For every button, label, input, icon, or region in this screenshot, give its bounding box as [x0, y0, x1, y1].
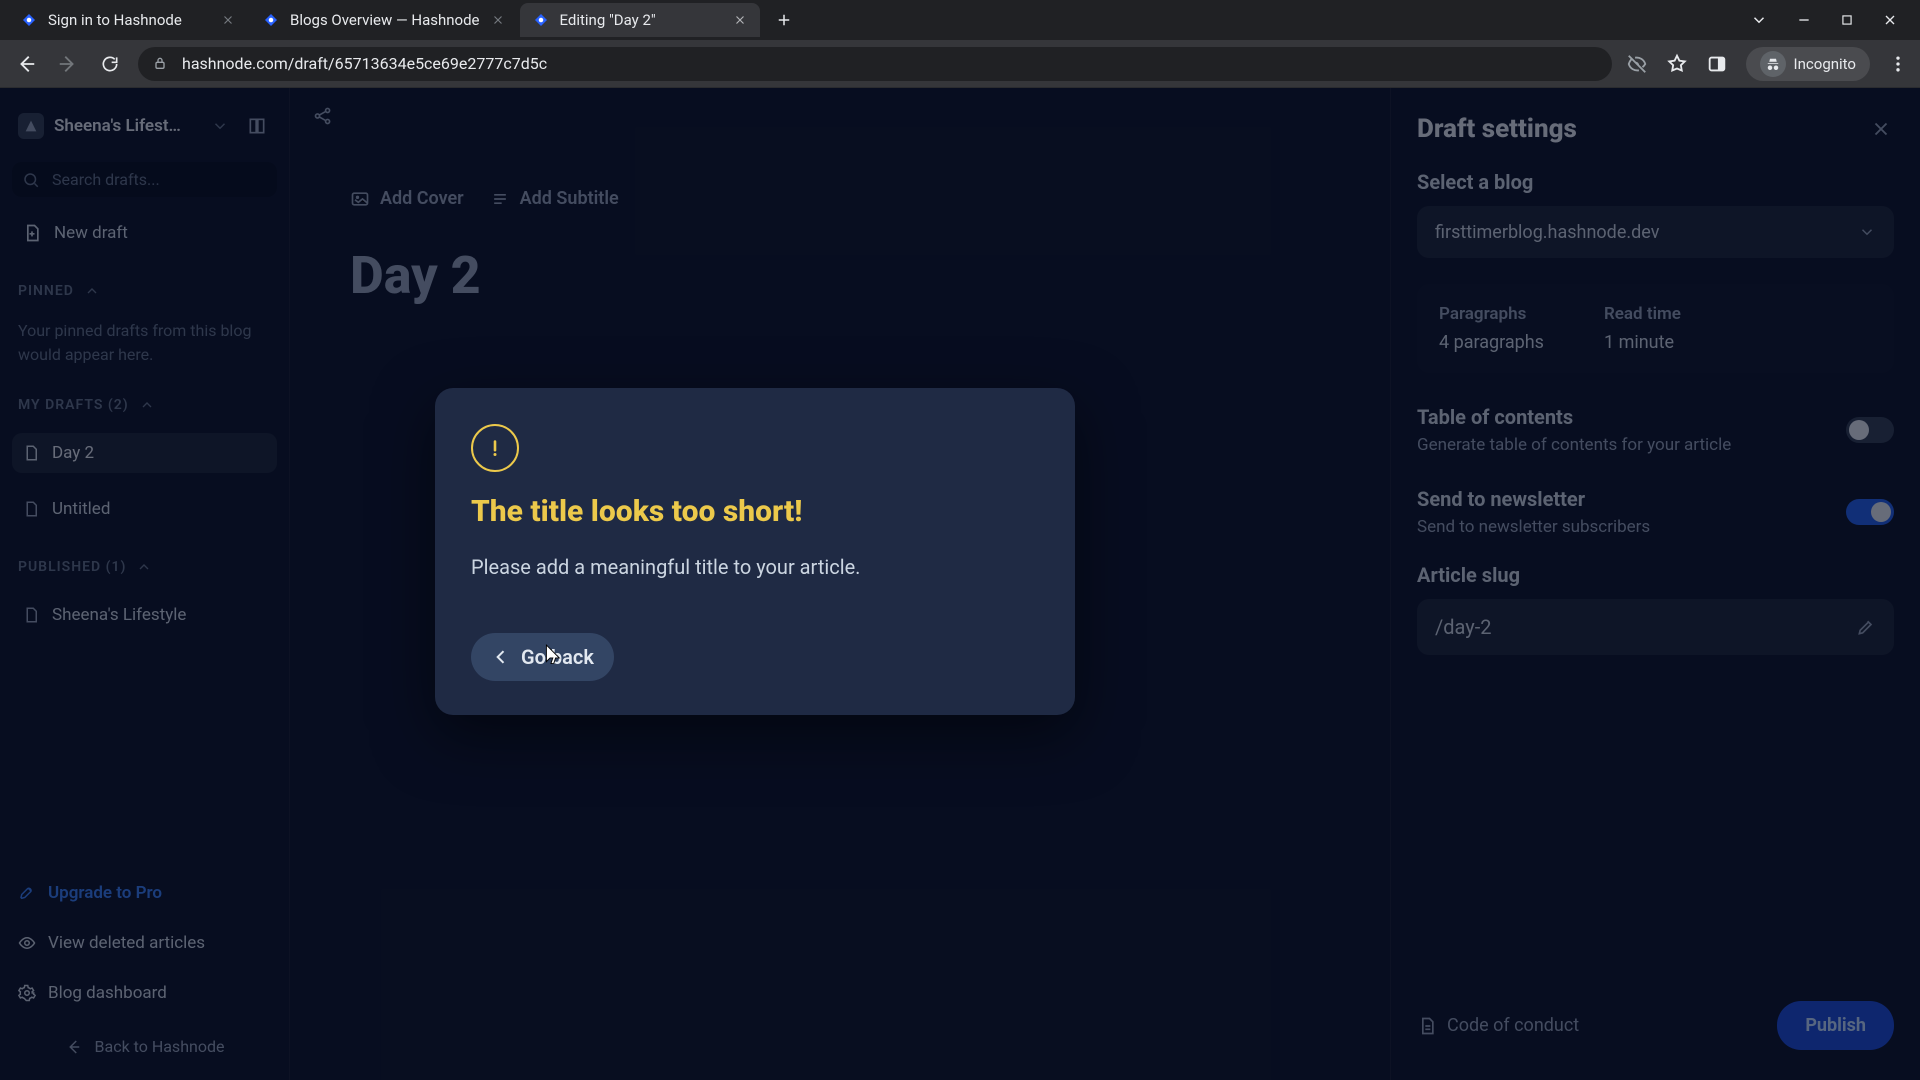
new-tab-button[interactable] [770, 6, 798, 34]
minimize-icon[interactable] [1796, 12, 1812, 28]
chevron-down-icon[interactable] [1750, 11, 1768, 29]
chevron-left-icon [491, 647, 511, 667]
incognito-icon [1760, 51, 1786, 77]
back-button[interactable] [12, 50, 40, 78]
app-root: Sheena's Lifest… Search drafts... New dr… [0, 88, 1920, 1080]
address-bar[interactable]: hashnode.com/draft/65713634e5ce69e2777c7… [138, 47, 1612, 81]
incognito-label: Incognito [1794, 55, 1856, 73]
reload-button[interactable] [96, 50, 124, 78]
modal-title: The title looks too short! [471, 494, 1039, 529]
browser-tab[interactable]: Sign in to Hashnode [8, 3, 248, 37]
browser-toolbar: hashnode.com/draft/65713634e5ce69e2777c7… [0, 40, 1920, 88]
forward-button[interactable] [54, 50, 82, 78]
close-icon[interactable] [220, 12, 236, 28]
close-icon[interactable] [732, 12, 748, 28]
go-back-label: Go back [521, 645, 594, 669]
tab-title: Blogs Overview — Hashnode [290, 11, 480, 29]
warning-modal: The title looks too short! Please add a … [435, 388, 1075, 715]
close-icon[interactable] [490, 12, 506, 28]
star-icon[interactable] [1666, 53, 1688, 75]
tab-title: Sign in to Hashnode [48, 11, 210, 29]
url-text: hashnode.com/draft/65713634e5ce69e2777c7… [182, 54, 547, 73]
warning-icon [471, 424, 519, 472]
hashnode-icon [262, 11, 280, 29]
menu-icon[interactable] [1888, 54, 1908, 74]
browser-tabstrip: Sign in to Hashnode Blogs Overview — Has… [0, 0, 1920, 40]
go-back-button[interactable]: Go back [471, 633, 614, 681]
window-controls [1750, 11, 1920, 29]
tab-title: Editing "Day 2" [560, 11, 722, 29]
lock-icon [152, 55, 170, 73]
browser-tab[interactable]: Blogs Overview — Hashnode [250, 3, 518, 37]
modal-body: Please add a meaningful title to your ar… [471, 555, 1039, 579]
browser-tab-active[interactable]: Editing "Day 2" [520, 3, 760, 37]
close-window-icon[interactable] [1882, 12, 1898, 28]
hashnode-icon [20, 11, 38, 29]
panel-icon[interactable] [1706, 53, 1728, 75]
incognito-indicator[interactable]: Incognito [1746, 47, 1870, 81]
hashnode-icon [532, 11, 550, 29]
eye-off-icon[interactable] [1626, 53, 1648, 75]
maximize-icon[interactable] [1840, 13, 1854, 27]
